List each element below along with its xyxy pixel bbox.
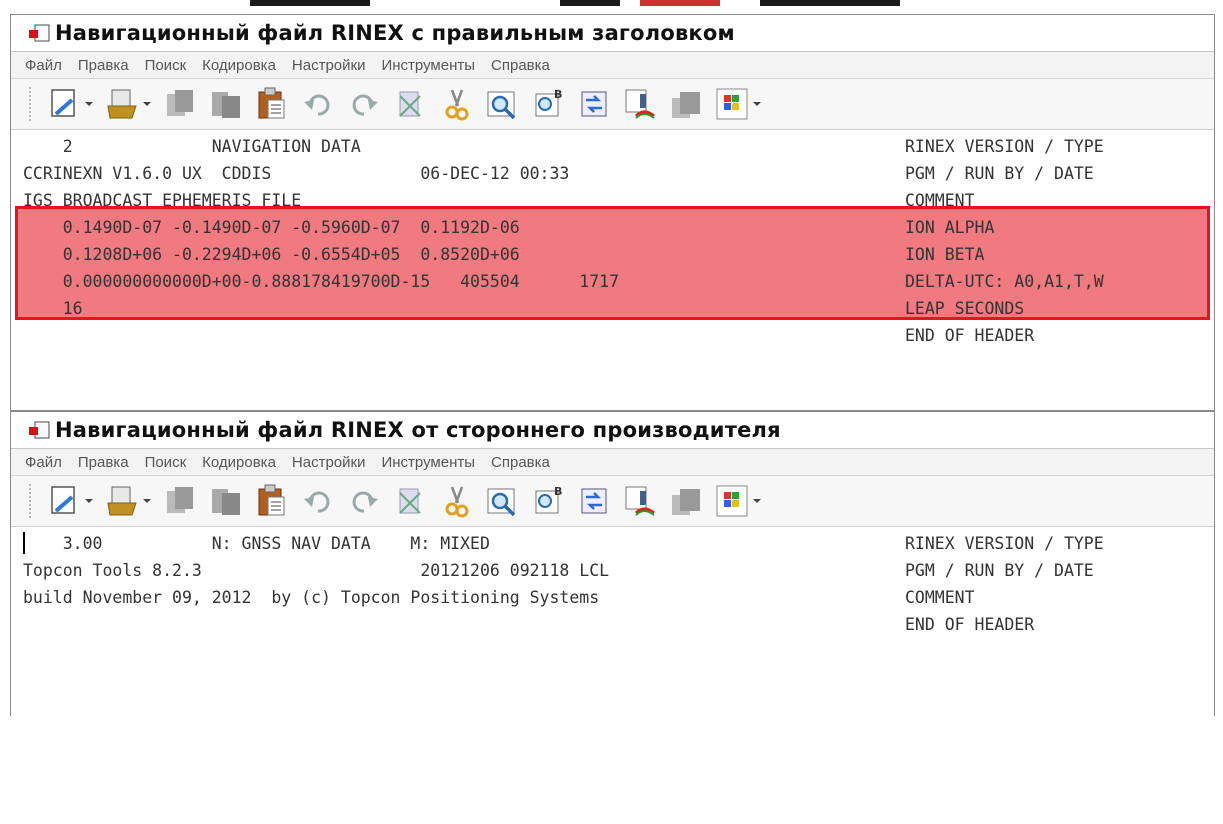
file-line: build November 09, 2012 by (c) Topcon Po… xyxy=(23,588,600,607)
header-label: COMMENT xyxy=(905,191,975,210)
menu-bar: Файл Правка Поиск Кодировка Настройки Ин… xyxy=(11,448,1214,476)
toolbar-grip[interactable] xyxy=(29,484,34,518)
toolbar-grip[interactable] xyxy=(29,87,34,121)
window-titlebar: Навигационный файл RINEX с правильным за… xyxy=(11,15,1214,51)
header-label: ION BETA xyxy=(905,245,985,264)
open-folder-icon[interactable] xyxy=(104,86,140,122)
chevron-down-icon[interactable] xyxy=(84,86,94,122)
menu-edit[interactable]: Правка xyxy=(78,454,129,471)
undo-icon[interactable] xyxy=(300,86,336,122)
redo-icon[interactable] xyxy=(346,86,382,122)
menu-tools[interactable]: Инструменты xyxy=(381,454,475,471)
header-label: END OF HEADER xyxy=(905,615,1035,634)
file-line: 16 xyxy=(23,299,83,318)
window-title: Навигационный файл RINEX от стороннего п… xyxy=(55,418,781,442)
goto-icon[interactable] xyxy=(576,86,612,122)
menu-search[interactable]: Поиск xyxy=(145,57,187,74)
find-replace-icon[interactable]: B xyxy=(530,86,566,122)
cut-icon[interactable] xyxy=(438,483,474,519)
file-line: 0.000000000000D+00-0.888178419700D-15 40… xyxy=(23,272,620,291)
window-titlebar: Навигационный файл RINEX от стороннего п… xyxy=(11,412,1214,448)
cut-icon[interactable] xyxy=(438,86,474,122)
menu-help[interactable]: Справка xyxy=(491,454,550,471)
header-label: PGM / RUN BY / DATE xyxy=(905,164,1094,183)
find-icon[interactable] xyxy=(484,86,520,122)
window-title: Навигационный файл RINEX с правильным за… xyxy=(55,21,735,45)
text-editor-area[interactable]: 3.00 N: GNSS NAV DATA M: MIXED RINEX VER… xyxy=(11,527,1214,677)
windows-icon[interactable] xyxy=(714,86,750,122)
copy-icon[interactable] xyxy=(162,86,198,122)
chevron-down-icon[interactable] xyxy=(142,483,152,519)
header-label: RINEX VERSION / TYPE xyxy=(905,534,1104,553)
svg-text:B: B xyxy=(554,88,562,101)
file-line: 0.1490D-07 -0.1490D-07 -0.5960D-07 0.119… xyxy=(23,218,520,237)
menu-file[interactable]: Файл xyxy=(25,57,62,74)
cropped-window-top xyxy=(0,0,1223,14)
file-line: CCRINEXN V1.6.0 UX CDDIS 06-DEC-12 00:33 xyxy=(23,164,570,183)
find-icon[interactable] xyxy=(484,483,520,519)
chevron-down-icon[interactable] xyxy=(752,86,762,122)
editor-window-correct-header: Навигационный файл RINEX с правильным за… xyxy=(10,14,1215,411)
color-brush-icon[interactable] xyxy=(622,86,658,122)
find-replace-icon[interactable]: B xyxy=(530,483,566,519)
redo-icon[interactable] xyxy=(346,483,382,519)
editor-window-third-party: Навигационный файл RINEX от стороннего п… xyxy=(10,411,1215,716)
top-edge-mark xyxy=(760,0,900,6)
file-line: Topcon Tools 8.2.3 20121206 092118 LCL xyxy=(23,561,610,580)
windows-icon[interactable] xyxy=(714,483,750,519)
header-label: LEAP SECONDS xyxy=(905,299,1025,318)
header-label: RINEX VERSION / TYPE xyxy=(905,137,1104,156)
goto-icon[interactable] xyxy=(576,483,612,519)
text-editor-area[interactable]: 2 NAVIGATION DATA RINEX VERSION / TYPE C… xyxy=(11,130,1214,360)
header-label: PGM / RUN BY / DATE xyxy=(905,561,1094,580)
menu-search[interactable]: Поиск xyxy=(145,454,187,471)
header-label: COMMENT xyxy=(905,588,975,607)
file-line: 3.00 N: GNSS NAV DATA M: MIXED xyxy=(23,534,490,553)
clipboard-icon[interactable] xyxy=(254,86,290,122)
chevron-down-icon[interactable] xyxy=(84,483,94,519)
header-label: DELTA-UTC: A0,A1,T,W xyxy=(905,272,1104,291)
menu-settings[interactable]: Настройки xyxy=(292,57,366,74)
menu-help[interactable]: Справка xyxy=(491,57,550,74)
open-folder-icon[interactable] xyxy=(104,483,140,519)
menu-encoding[interactable]: Кодировка xyxy=(202,454,276,471)
menu-bar: Файл Правка Поиск Кодировка Настройки Ин… xyxy=(11,51,1214,79)
app-icon xyxy=(27,23,51,43)
delete-icon[interactable] xyxy=(392,86,428,122)
delete-icon[interactable] xyxy=(392,483,428,519)
toolbar: B xyxy=(11,79,1214,130)
menu-settings[interactable]: Настройки xyxy=(292,454,366,471)
file-line: 0.1208D+06 -0.2294D+06 -0.6554D+05 0.852… xyxy=(23,245,520,264)
menu-encoding[interactable]: Кодировка xyxy=(202,57,276,74)
menu-edit[interactable]: Правка xyxy=(78,57,129,74)
menu-file[interactable]: Файл xyxy=(25,454,62,471)
app-icon xyxy=(27,420,51,440)
toolbar: B xyxy=(11,476,1214,527)
file-line: 2 NAVIGATION DATA xyxy=(23,137,361,156)
copy-icon[interactable] xyxy=(162,483,198,519)
top-edge-mark xyxy=(560,0,620,6)
file-line: IGS BROADCAST EPHEMERIS FILE xyxy=(23,191,302,210)
undo-icon[interactable] xyxy=(300,483,336,519)
paste-disabled-icon[interactable] xyxy=(208,483,244,519)
header-label: ION ALPHA xyxy=(905,218,995,237)
menu-tools[interactable]: Инструменты xyxy=(381,57,475,74)
disabled-tool-icon[interactable] xyxy=(668,86,704,122)
new-document-icon[interactable] xyxy=(46,86,82,122)
top-edge-mark xyxy=(250,0,370,6)
disabled-tool-icon[interactable] xyxy=(668,483,704,519)
color-brush-icon[interactable] xyxy=(622,483,658,519)
chevron-down-icon[interactable] xyxy=(752,483,762,519)
paste-disabled-icon[interactable] xyxy=(208,86,244,122)
chevron-down-icon[interactable] xyxy=(142,86,152,122)
svg-text:B: B xyxy=(554,485,562,498)
clipboard-icon[interactable] xyxy=(254,483,290,519)
new-document-icon[interactable] xyxy=(46,483,82,519)
header-label: END OF HEADER xyxy=(905,326,1035,345)
top-edge-mark xyxy=(640,0,720,6)
